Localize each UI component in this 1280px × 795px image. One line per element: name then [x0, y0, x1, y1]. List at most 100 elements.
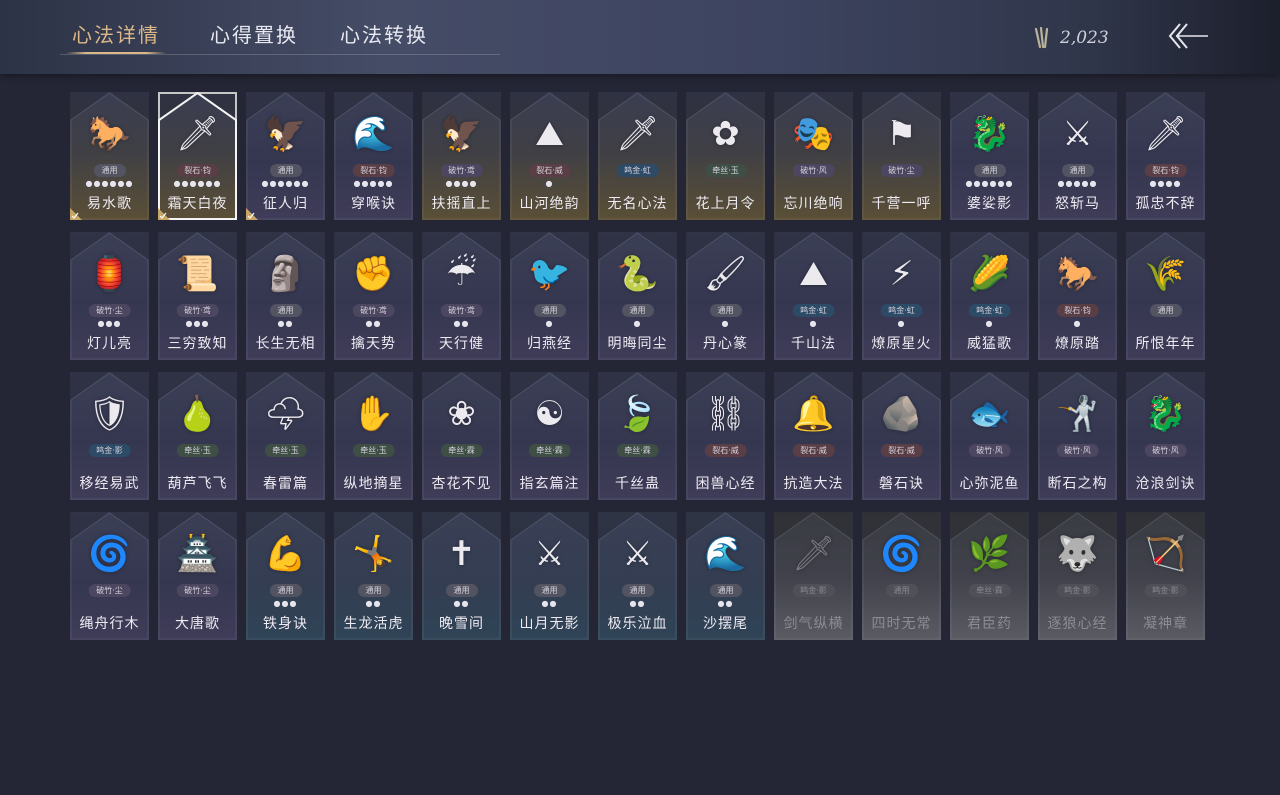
- skill-card[interactable]: 🐦 通用 ● 归燕经: [510, 232, 589, 360]
- school-tag: 破竹·风: [968, 444, 1011, 457]
- school-tag: 裂石·钧: [1144, 164, 1187, 177]
- skill-card[interactable]: 🌊 裂石·钧 ●●●●● 穿喉诀: [334, 92, 413, 220]
- swallow-icon: 🐦: [528, 254, 571, 294]
- back-arrow-icon[interactable]: [1164, 18, 1210, 54]
- skill-card[interactable]: 📜 破竹·鸢 ●●● 三穷致知: [158, 232, 237, 360]
- storm-icon: 🌀: [88, 534, 131, 574]
- skill-name: 春雷篇: [263, 476, 308, 492]
- skill-name: 所恨年年: [1135, 336, 1196, 352]
- school-tag: 裂石·钧: [1056, 304, 1099, 317]
- school-tag: 鸣金·影: [88, 444, 131, 457]
- twin-blades-icon: ⚔: [534, 534, 565, 574]
- school-tag: 牵丝·玉: [704, 164, 747, 177]
- skill-card[interactable]: 🖌 通用 ● 丹心篆: [686, 232, 765, 360]
- tab-skill-details[interactable]: 心法详情: [66, 20, 166, 54]
- blossom-icon: ❀: [447, 394, 476, 434]
- skill-card[interactable]: 🪨 裂石·威 磐石诀: [862, 372, 941, 500]
- rank-dots: ●●: [629, 599, 646, 608]
- school-tag: 破竹·风: [792, 164, 835, 177]
- skill-card[interactable]: 🔔 裂石·威 抗造大法: [774, 372, 853, 500]
- skill-card[interactable]: 🗡 裂石·钧 ●●●●●● 霜天白夜: [158, 92, 237, 220]
- skill-card[interactable]: 🐍 通用 ● 明晦同尘: [598, 232, 677, 360]
- skill-card[interactable]: 🎭 破竹·风 忘川绝响: [774, 92, 853, 220]
- skill-name: 长生无相: [255, 336, 316, 352]
- school-tag: 鸣金·虹: [792, 304, 835, 317]
- skill-card[interactable]: ⚔ 通用 ●● 山月无影: [510, 512, 589, 640]
- skill-name: 天行健: [439, 336, 484, 352]
- dagger-icon: 🗡: [616, 114, 660, 154]
- mask-icon: 🎭: [792, 114, 835, 154]
- skill-card[interactable]: ✝ 通用 ●● 晚雪间: [422, 512, 501, 640]
- skill-card[interactable]: 🍐 牵丝·玉 葫芦飞飞: [158, 372, 237, 500]
- skill-card[interactable]: 🌊 通用 ●● 沙摆尾: [686, 512, 765, 640]
- skill-card[interactable]: ✿ 牵丝·玉 花上月令: [686, 92, 765, 220]
- rank-dots: [1126, 320, 1205, 328]
- skill-card[interactable]: ⚡ 鸣金·虹 ● 燎原星火: [862, 232, 941, 360]
- skill-card[interactable]: 🍃 牵丝·霖 千丝蛊: [598, 372, 677, 500]
- serpent-icon: 🐉: [1144, 394, 1187, 434]
- rank-dots: ●●: [717, 599, 734, 608]
- equipped-check-icon: [70, 208, 82, 220]
- skill-card[interactable]: ❀ 牵丝·霖 杏花不见: [422, 372, 501, 500]
- school-tag: 鸣金·影: [792, 584, 835, 597]
- rank-dots: [862, 460, 941, 468]
- skill-card[interactable]: 🛡 鸣金·影 移经易武: [70, 372, 149, 500]
- tail-wave-icon: 🌊: [704, 534, 747, 574]
- skill-card[interactable]: 🐎 通用 ●●●●●● 易水歌: [70, 92, 149, 220]
- skill-card[interactable]: 🗿 通用 ●● 长生无相: [246, 232, 325, 360]
- skill-card[interactable]: ✊ 破竹·鸢 ●● 擒天势: [334, 232, 413, 360]
- yinyang-icon: ☯: [534, 394, 565, 434]
- skill-card[interactable]: 🦅 破竹·鸢 ●●●● 扶摇直上: [422, 92, 501, 220]
- thunder-cloud-icon: 🌩: [264, 394, 308, 434]
- skill-card[interactable]: ⚔ 通用 ●● 极乐泣血: [598, 512, 677, 640]
- skill-card[interactable]: 🐉 破竹·风 沧浪剑诀: [1126, 372, 1205, 500]
- skill-card[interactable]: ☯ 牵丝·霖 指玄篇注: [510, 372, 589, 500]
- skill-card[interactable]: 🗡 鸣金·影 剑气纵横: [774, 512, 853, 640]
- rank-dots: [1126, 600, 1205, 608]
- skill-card[interactable]: 🐎 裂石·钧 ● 燎原踏: [1038, 232, 1117, 360]
- skill-name: 生龙活虎: [343, 616, 404, 632]
- gourd-icon: 🍐: [176, 394, 219, 434]
- skill-card[interactable]: 🏯 破竹·尘 大唐歌: [158, 512, 237, 640]
- skill-card[interactable]: 🏮 破竹·尘 ●●● 灯儿亮: [70, 232, 149, 360]
- skill-card[interactable]: ✋ 牵丝·玉 纵地摘星: [334, 372, 413, 500]
- rank-dots: ●●: [365, 319, 382, 328]
- rank-dots: [1038, 600, 1117, 608]
- skill-card[interactable]: ☔ 破竹·鸢 ●● 天行健: [422, 232, 501, 360]
- skill-card[interactable]: 🌩 牵丝·玉 春雷篇: [246, 372, 325, 500]
- leaping-figure-icon: 🤸: [352, 534, 395, 574]
- skill-card[interactable]: 🌿 牵丝·霖 君臣药: [950, 512, 1029, 640]
- skill-name: 抗造大法: [783, 476, 844, 492]
- eagle-icon: 🦅: [264, 114, 307, 154]
- skill-card[interactable]: ⛰ 裂石·威 ● 山河绝韵: [510, 92, 589, 220]
- skill-card[interactable]: 🤸 通用 ●● 生龙活虎: [334, 512, 413, 640]
- school-tag: 破竹·尘: [88, 584, 131, 597]
- statue-icon: 🗿: [264, 254, 307, 294]
- skill-card[interactable]: 🐟 破竹·风 心弥泥鱼: [950, 372, 1029, 500]
- tab-skill-convert[interactable]: 心法转换: [340, 20, 428, 50]
- tab-insight-exchange[interactable]: 心得置换: [210, 20, 298, 50]
- skill-card[interactable]: 🏹 鸣金·影 凝神章: [1126, 512, 1205, 640]
- skill-card[interactable]: 🌀 通用 四时无常: [862, 512, 941, 640]
- skill-card[interactable]: 🌀 破竹·尘 绳舟行木: [70, 512, 149, 640]
- warrior-icon: 🤺: [1056, 394, 1099, 434]
- skill-card[interactable]: ⛰ 鸣金·虹 ● 千山法: [774, 232, 853, 360]
- skill-card[interactable]: 🦅 通用 ●●●●●● 征人归: [246, 92, 325, 220]
- skill-card[interactable]: 🐺 鸣金·影 逐狼心经: [1038, 512, 1117, 640]
- skill-card[interactable]: 🌾 通用 所恨年年: [1126, 232, 1205, 360]
- rank-dots: ●: [721, 319, 730, 328]
- skill-name: 四时无常: [871, 616, 932, 632]
- skill-card[interactable]: ⚔ 通用 ●●●●● 怒斩马: [1038, 92, 1117, 220]
- skill-card[interactable]: 🌽 鸣金·虹 ● 威猛歌: [950, 232, 1029, 360]
- skill-card[interactable]: 💪 通用 ●●● 铁身诀: [246, 512, 325, 640]
- rank-dots: [510, 460, 589, 468]
- crossed-blades-icon: ⚔: [622, 534, 653, 574]
- skill-card[interactable]: 🗡 裂石·钧 ●●●● 孤忠不辞: [1126, 92, 1205, 220]
- skill-card[interactable]: ⛓ 裂石·威 困兽心经: [686, 372, 765, 500]
- skill-card[interactable]: 🐉 通用 ●●●●●● 婆娑影: [950, 92, 1029, 220]
- rank-dots: [950, 460, 1029, 468]
- skill-card[interactable]: 🤺 破竹·风 断石之构: [1038, 372, 1117, 500]
- skill-card[interactable]: ⚑ 破竹·尘 千营一呼: [862, 92, 941, 220]
- skill-name: 千山法: [791, 336, 836, 352]
- skill-card[interactable]: 🗡 鸣金·虹 无名心法: [598, 92, 677, 220]
